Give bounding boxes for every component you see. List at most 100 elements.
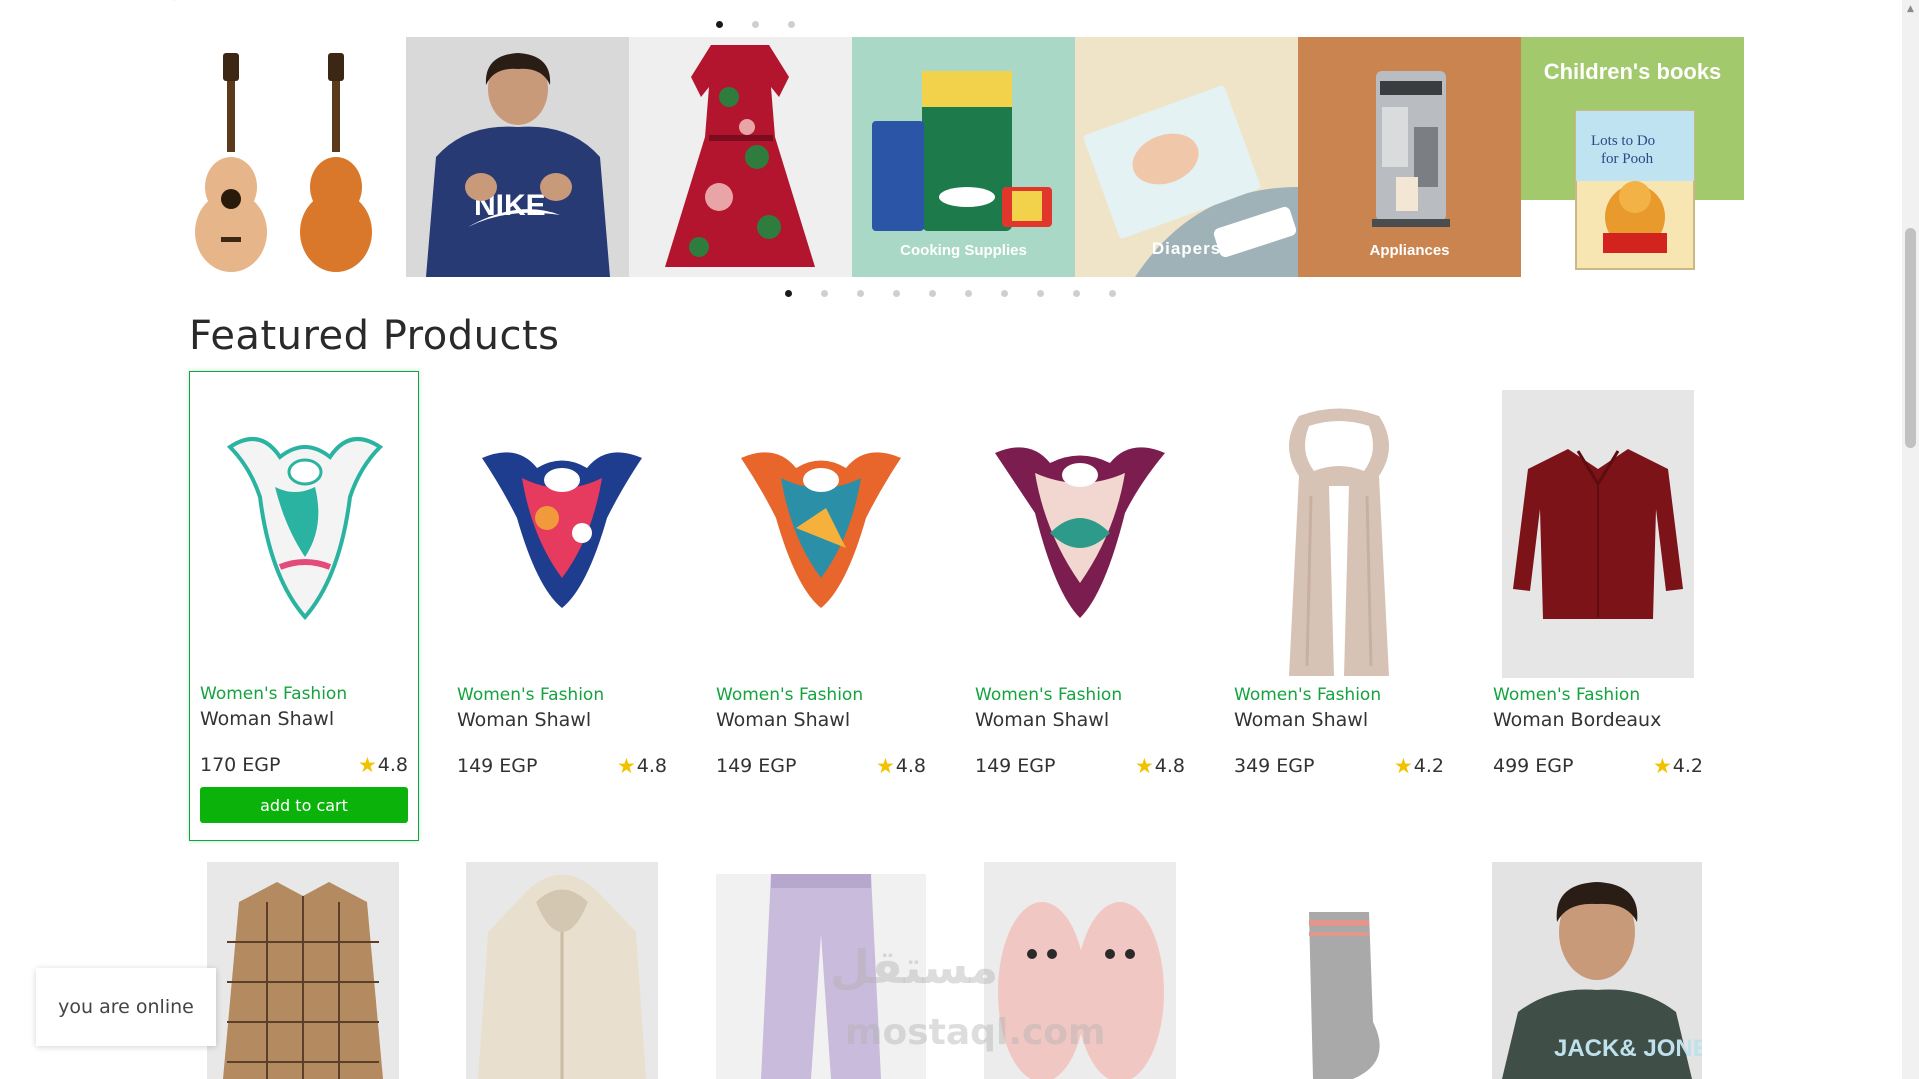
carousel-dot[interactable] bbox=[1001, 290, 1008, 297]
online-status-toast: you are online bbox=[36, 968, 216, 1046]
slide-appliances[interactable]: Appliances bbox=[1298, 37, 1521, 277]
rating-value: 4.2 bbox=[1413, 755, 1444, 777]
carousel-dot[interactable] bbox=[1037, 290, 1044, 297]
dress-icon bbox=[665, 45, 815, 267]
scrollbar[interactable]: ▲ bbox=[1902, 0, 1919, 1079]
page: NIKE Cooking Supplies Diapers Appliances… bbox=[0, 0, 1919, 1079]
scarf-icon bbox=[226, 437, 384, 621]
watermark: مستقل bbox=[830, 940, 999, 994]
slide-childrens-books[interactable]: Lots to Do for Pooh Children's books bbox=[1521, 37, 1744, 277]
carousel-dot[interactable] bbox=[752, 21, 759, 28]
product-price: 149 EGP bbox=[975, 755, 1056, 777]
product-rating: ★ 4.8 bbox=[1135, 755, 1185, 777]
slide-label: Diapers bbox=[1151, 239, 1222, 258]
slide-dress[interactable] bbox=[629, 37, 852, 277]
carousel-dot[interactable] bbox=[788, 21, 795, 28]
slide-diapers[interactable]: Diapers bbox=[1075, 37, 1298, 277]
product-image[interactable] bbox=[1243, 862, 1435, 1079]
product-image[interactable] bbox=[457, 413, 667, 643]
rating-value: 4.8 bbox=[377, 754, 408, 776]
star-icon: ★ bbox=[1393, 753, 1413, 778]
product-card[interactable]: Women's Fashion Woman Shawl 349 EGP ★ 4.… bbox=[1224, 373, 1454, 843]
header-edge bbox=[0, 0, 175, 1]
carousel-dot[interactable] bbox=[965, 290, 972, 297]
slide-cooking-supplies[interactable]: Cooking Supplies bbox=[852, 37, 1075, 277]
product-price: 349 EGP bbox=[1234, 755, 1315, 777]
product-name: Woman Shawl bbox=[200, 708, 335, 730]
carousel-dot[interactable] bbox=[821, 290, 828, 297]
scarf-icon bbox=[741, 452, 901, 608]
grey-socks-icon bbox=[1309, 912, 1380, 1079]
carousel-dot[interactable] bbox=[1109, 290, 1116, 297]
shirt-icon bbox=[1513, 449, 1683, 619]
scroll-thumb[interactable] bbox=[1905, 228, 1916, 448]
svg-text:Lots to Do: Lots to Do bbox=[1591, 133, 1655, 149]
long-scarf-icon bbox=[1289, 408, 1389, 676]
product-image[interactable] bbox=[1234, 398, 1444, 688]
product-name: Woman Shawl bbox=[716, 709, 851, 731]
product-price: 499 EGP bbox=[1493, 755, 1574, 777]
carousel-dot[interactable] bbox=[893, 290, 900, 297]
product-category[interactable]: Women's Fashion bbox=[716, 685, 863, 705]
product-card[interactable]: Women's Fashion Woman Shawl 170 EGP ★ 4.… bbox=[189, 371, 419, 841]
carousel-dot[interactable] bbox=[857, 290, 864, 297]
section-title: Featured Products bbox=[189, 313, 560, 359]
scarf-icon bbox=[995, 447, 1165, 618]
product-category[interactable]: Women's Fashion bbox=[975, 685, 1122, 705]
add-to-cart-button[interactable]: add to cart bbox=[200, 787, 408, 823]
product-category[interactable]: Women's Fashion bbox=[1493, 685, 1640, 705]
star-icon: ★ bbox=[616, 753, 636, 778]
carousel-dot[interactable] bbox=[716, 21, 723, 28]
product-rating: ★ 4.8 bbox=[358, 754, 408, 776]
product-image[interactable] bbox=[1502, 390, 1694, 678]
product-image[interactable] bbox=[716, 413, 926, 643]
rating-value: 4.8 bbox=[636, 755, 667, 777]
product-price: 149 EGP bbox=[716, 755, 797, 777]
product-name: Woman Bordeaux bbox=[1493, 709, 1662, 731]
product-card[interactable]: Women's Fashion Woman Bordeaux 499 EGP ★… bbox=[1483, 373, 1713, 843]
slide-label: Cooking Supplies bbox=[900, 242, 1027, 259]
product-card[interactable]: Women's Fashion Woman Shawl 149 EGP ★ 4.… bbox=[447, 373, 677, 843]
product-image[interactable] bbox=[975, 413, 1185, 643]
slider-dots bbox=[785, 290, 1116, 297]
product-rating: ★ 4.8 bbox=[617, 755, 667, 777]
carousel-dot[interactable] bbox=[1073, 290, 1080, 297]
rating-value: 4.2 bbox=[1672, 755, 1703, 777]
product-name: Woman Shawl bbox=[1234, 709, 1369, 731]
product-image[interactable] bbox=[466, 862, 658, 1079]
slide-title: Children's books bbox=[1543, 59, 1722, 84]
product-image[interactable] bbox=[207, 862, 399, 1079]
product-rating: ★ 4.2 bbox=[1653, 755, 1703, 777]
product-rating: ★ 4.8 bbox=[876, 755, 926, 777]
svg-text:for Pooh: for Pooh bbox=[1601, 151, 1654, 167]
tshirt-man-icon: JACK& JONES bbox=[1502, 882, 1702, 1079]
product-name: Woman Shawl bbox=[457, 709, 592, 731]
slide-label: Appliances bbox=[1369, 242, 1450, 259]
watermark-url: mostaql.com bbox=[845, 1012, 1106, 1053]
slide-guitar[interactable] bbox=[183, 37, 406, 277]
product-price: 170 EGP bbox=[200, 754, 281, 776]
product-price: 149 EGP bbox=[457, 755, 538, 777]
product-card[interactable]: Women's Fashion Woman Shawl 149 EGP ★ 4.… bbox=[965, 373, 1195, 843]
product-category[interactable]: Women's Fashion bbox=[1234, 685, 1381, 705]
star-icon: ★ bbox=[1652, 753, 1672, 778]
product-category[interactable]: Women's Fashion bbox=[457, 685, 604, 705]
product-image[interactable]: JACK& JONES bbox=[1492, 862, 1702, 1079]
category-slider[interactable]: NIKE Cooking Supplies Diapers Appliances… bbox=[183, 37, 1744, 277]
product-image[interactable] bbox=[200, 412, 410, 642]
product-name: Woman Shawl bbox=[975, 709, 1110, 731]
product-card[interactable]: Women's Fashion Woman Shawl 149 EGP ★ 4.… bbox=[706, 373, 936, 843]
rating-value: 4.8 bbox=[895, 755, 926, 777]
grocery-icon bbox=[872, 71, 1052, 231]
slide-hoodie[interactable]: NIKE bbox=[406, 37, 629, 277]
star-icon: ★ bbox=[357, 752, 377, 777]
carousel-dot[interactable] bbox=[785, 290, 792, 297]
scroll-up-icon[interactable]: ▲ bbox=[1902, 0, 1919, 17]
product-category[interactable]: Women's Fashion bbox=[200, 684, 347, 704]
carousel-dot[interactable] bbox=[929, 290, 936, 297]
star-icon: ★ bbox=[1134, 753, 1154, 778]
scarf-icon bbox=[482, 452, 642, 608]
product-rating: ★ 4.2 bbox=[1394, 755, 1444, 777]
plaid-shirt-icon bbox=[223, 882, 383, 1079]
hoodie-icon: NIKE bbox=[426, 53, 610, 277]
